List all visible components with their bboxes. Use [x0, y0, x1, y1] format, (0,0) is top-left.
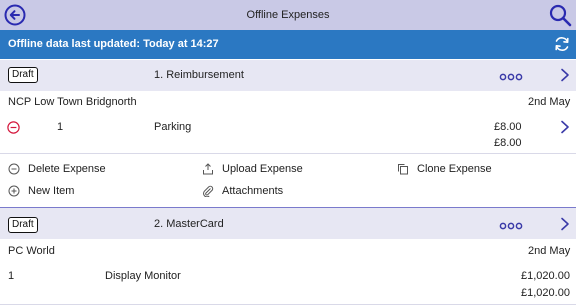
- merchant-name: NCP Low Town Bridgnorth: [8, 96, 137, 108]
- expense-card-header[interactable]: [0, 208, 576, 239]
- offline-status-text: Offline data last updated: Today at 14:2…: [8, 38, 219, 50]
- merchant-name: PC World: [8, 245, 55, 257]
- remove-circle-icon: [7, 121, 20, 134]
- back-button[interactable]: [4, 4, 26, 26]
- more-options-button[interactable]: [499, 72, 523, 81]
- line-amount: £8.00: [494, 121, 522, 133]
- new-item-label: New Item: [28, 185, 75, 197]
- expense-title: 1. Reimbursement: [154, 69, 244, 81]
- status-badge: Draft: [8, 67, 38, 83]
- line-quantity: 1: [57, 121, 64, 133]
- line-total: £8.00: [494, 137, 522, 149]
- line-total: £1,020.00: [521, 287, 570, 299]
- upload-icon: [203, 163, 213, 175]
- clone-expense-label: Clone Expense: [417, 163, 492, 175]
- search-icon: [549, 4, 572, 27]
- attachments-label: Attachments: [222, 185, 284, 197]
- divider: [0, 153, 576, 154]
- open-expense-button[interactable]: [560, 217, 570, 231]
- back-arrow-icon: [4, 4, 26, 26]
- status-badge: Draft: [8, 217, 38, 233]
- divider: [0, 304, 576, 305]
- remove-line-button[interactable]: [7, 121, 20, 134]
- remove-circle-icon: [8, 163, 20, 175]
- app-header: Offline Expenses: [0, 0, 576, 30]
- page-title: Offline Expenses: [246, 9, 330, 21]
- open-line-button[interactable]: [560, 120, 570, 134]
- line-description: Parking: [154, 121, 192, 133]
- more-dots-icon: [499, 73, 523, 81]
- refresh-icon: [555, 37, 569, 51]
- offline-status-banner: Offline data last updated: Today at 14:2…: [0, 30, 576, 59]
- chevron-right-icon: [561, 68, 569, 82]
- add-circle-icon: [8, 185, 20, 197]
- line-quantity: 1: [8, 270, 15, 282]
- expense-card-header[interactable]: [0, 60, 576, 91]
- line-amount: £1,020.00: [521, 270, 570, 282]
- expense-title: 2. MasterCard: [154, 218, 224, 230]
- more-options-button[interactable]: [499, 221, 523, 230]
- clone-icon: [398, 164, 408, 175]
- refresh-button[interactable]: [553, 35, 571, 53]
- chevron-right-icon: [561, 120, 569, 134]
- upload-expense-label: Upload Expense: [222, 163, 303, 175]
- open-expense-button[interactable]: [560, 68, 570, 82]
- delete-expense-label: Delete Expense: [28, 163, 106, 175]
- expense-date: 2nd May: [528, 96, 571, 108]
- chevron-right-icon: [561, 217, 569, 231]
- line-description: Display Monitor: [105, 270, 181, 282]
- expense-date: 2nd May: [528, 245, 571, 257]
- search-button[interactable]: [548, 3, 572, 27]
- more-dots-icon: [499, 222, 523, 230]
- paperclip-icon: [203, 185, 214, 197]
